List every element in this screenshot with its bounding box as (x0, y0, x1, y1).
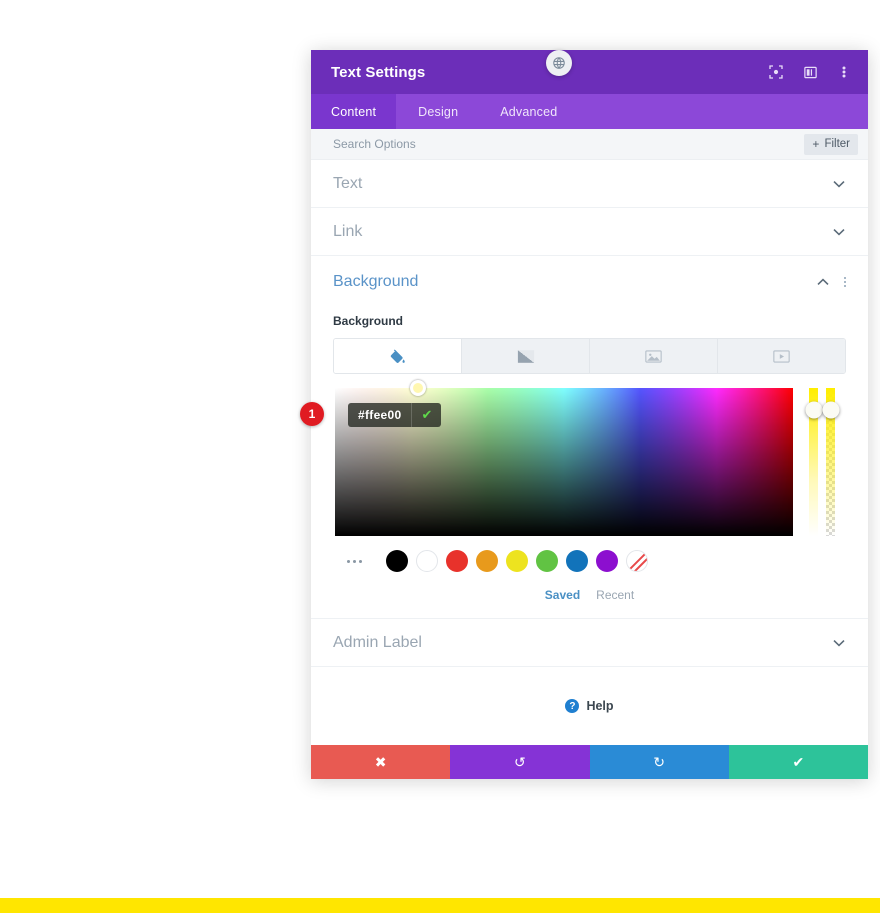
modal-header: Text Settings (311, 50, 868, 94)
section-background[interactable]: Background (311, 256, 868, 308)
modal-footer: ✖ ↺ ↻ ✔ (311, 745, 868, 779)
filter-button[interactable]: + Filter (804, 133, 858, 155)
swatch-blue[interactable] (566, 550, 588, 572)
saturation-value-field[interactable]: #ffee00 ✔ (335, 380, 793, 536)
swatch-no-color[interactable] (626, 550, 648, 572)
save-button[interactable]: ✔ (728, 745, 868, 779)
hex-value-tooltip: #ffee00 ✔ (348, 403, 442, 427)
page-yellow-strip (0, 898, 880, 913)
page-settings-circle-icon[interactable] (546, 50, 572, 76)
step-badge-1: 1 (300, 402, 324, 426)
search-options-row: + Filter (311, 129, 868, 160)
background-field-label: Background (333, 314, 404, 328)
chevron-down-icon (832, 225, 846, 239)
swatch-red[interactable] (446, 550, 468, 572)
redo-button[interactable]: ↻ (589, 745, 729, 779)
cancel-button[interactable]: ✖ (311, 745, 451, 779)
layout-panel-icon[interactable] (800, 62, 820, 82)
background-panel: Background 1 #ffee00 ✔ Saved Recent (300, 314, 868, 619)
tab-design[interactable]: Design (396, 94, 480, 129)
swatch-orange[interactable] (476, 550, 498, 572)
chevron-up-icon[interactable] (816, 275, 830, 289)
section-text-label: Text (333, 174, 363, 192)
hue-slider[interactable] (805, 388, 822, 536)
color-picker: 1 #ffee00 ✔ (300, 380, 868, 536)
section-link[interactable]: Link (311, 208, 868, 256)
image-icon (645, 349, 662, 364)
video-icon (773, 349, 790, 364)
swatch-yellow[interactable] (506, 550, 528, 572)
help-label[interactable]: Help (586, 699, 613, 713)
header-icon-group (766, 62, 854, 82)
search-input[interactable] (331, 136, 805, 152)
more-colors-icon[interactable] (347, 559, 362, 563)
section-text[interactable]: Text (311, 160, 868, 208)
section-admin-label[interactable]: Admin Label (311, 619, 868, 667)
color-sliders (798, 388, 846, 536)
gradient-icon (517, 349, 535, 364)
background-color-tab[interactable] (334, 339, 462, 373)
palette-tab-row: Saved Recent (333, 588, 846, 602)
section-admin-label-text: Admin Label (333, 633, 422, 651)
plus-icon: + (812, 137, 820, 151)
color-swatch-row (333, 550, 846, 572)
swatch-black[interactable] (386, 550, 408, 572)
swatch-white[interactable] (416, 550, 438, 572)
chevron-down-icon (832, 636, 846, 650)
undo-button[interactable]: ↺ (450, 745, 590, 779)
chevron-down-icon (832, 177, 846, 191)
focus-target-icon[interactable] (766, 62, 786, 82)
hex-confirm-icon[interactable]: ✔ (411, 403, 441, 427)
palette-tab-recent[interactable]: Recent (596, 588, 634, 602)
background-gradient-tab[interactable] (462, 339, 590, 373)
swatch-green[interactable] (536, 550, 558, 572)
paint-bucket-icon (389, 348, 406, 365)
hue-slider-knob[interactable] (805, 401, 822, 419)
alpha-slider[interactable] (822, 388, 839, 536)
help-icon[interactable]: ? (565, 699, 580, 713)
background-image-tab[interactable] (590, 339, 718, 373)
help-area: ? Help (311, 667, 868, 745)
background-video-tab[interactable] (718, 339, 845, 373)
swatch-purple[interactable] (596, 550, 618, 572)
background-type-tabs (333, 338, 846, 374)
palette-tab-saved[interactable]: Saved (545, 588, 580, 602)
tab-content[interactable]: Content (311, 94, 397, 129)
section-link-label: Link (333, 222, 363, 240)
filter-button-label: Filter (824, 138, 850, 150)
saturation-cursor[interactable] (410, 380, 426, 396)
alpha-slider-knob[interactable] (822, 401, 839, 419)
section-background-label: Background (333, 273, 419, 290)
hex-value-text[interactable]: #ffee00 (348, 403, 411, 427)
modal-tab-bar: Content Design Advanced (311, 94, 868, 129)
text-settings-modal: Text Settings Content Design Advanced Se… (300, 50, 868, 779)
more-vertical-icon[interactable] (834, 62, 854, 82)
section-options-icon[interactable] (844, 277, 846, 287)
tab-advanced[interactable]: Advanced (480, 94, 577, 129)
